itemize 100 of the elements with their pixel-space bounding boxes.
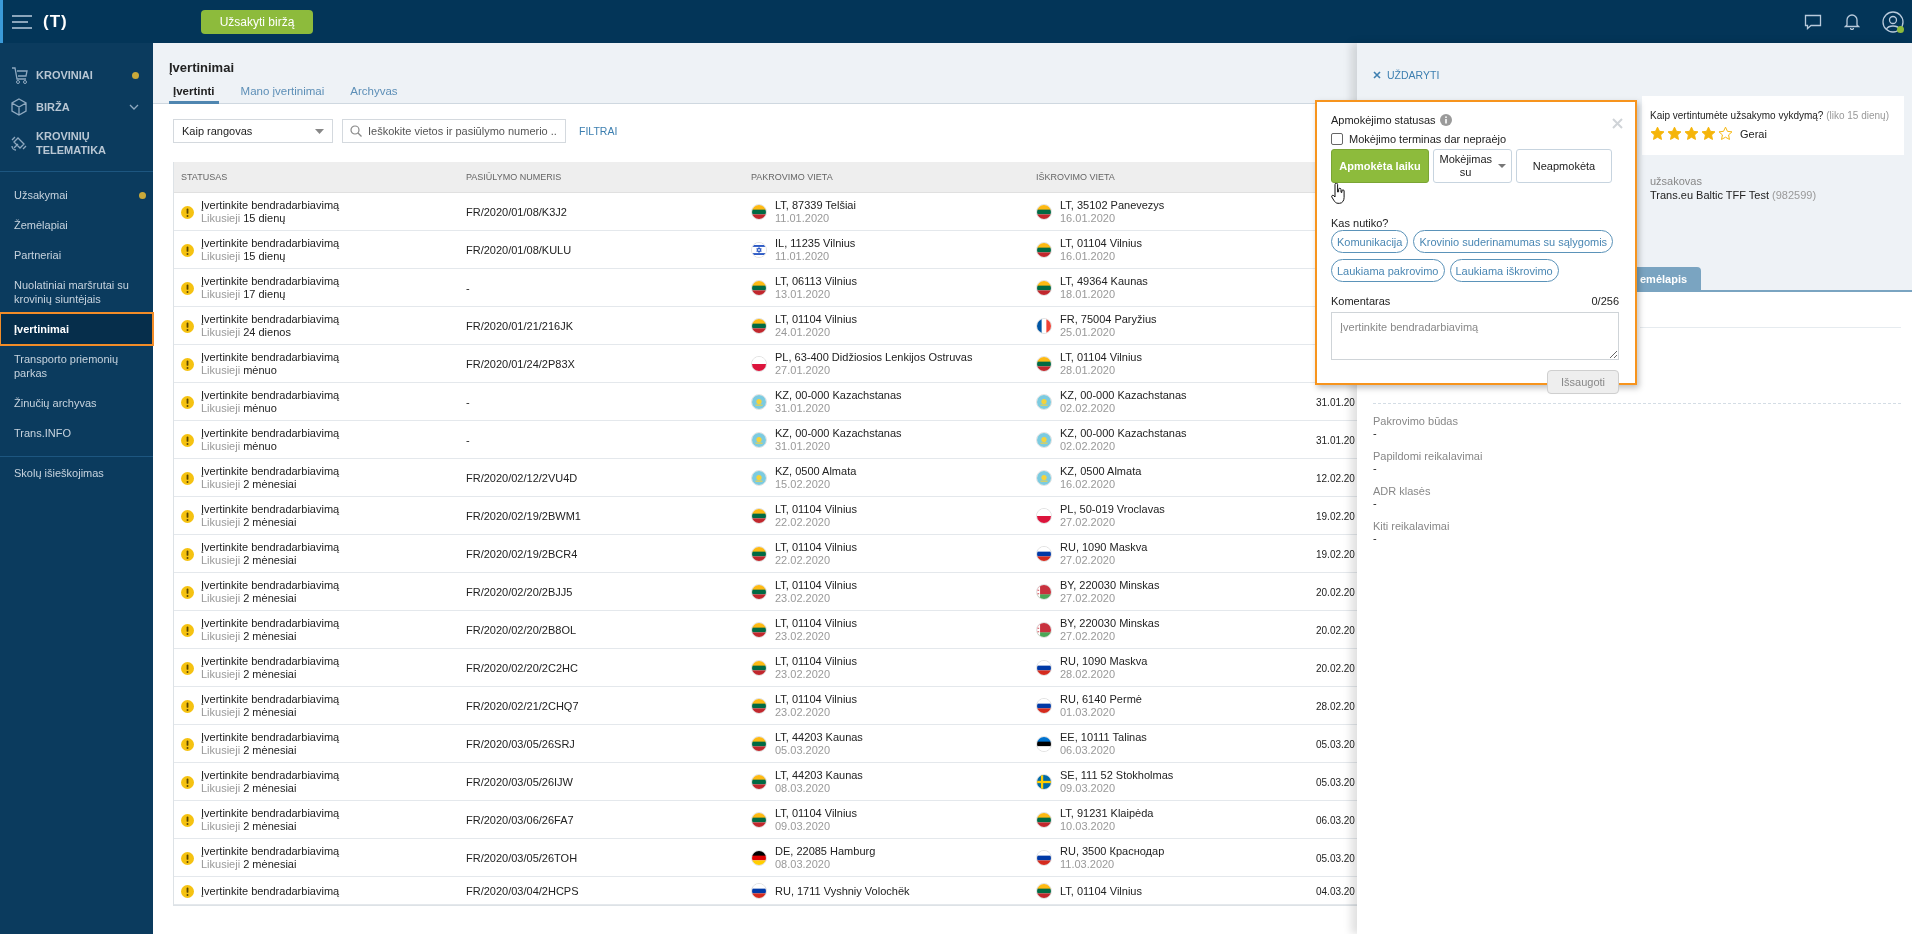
flag-icon — [751, 280, 767, 296]
flag-icon — [1036, 546, 1052, 562]
payment-option-button[interactable]: Mokėjimas su — [1433, 149, 1512, 183]
place-text: LT, 01104 Vilnius — [775, 655, 857, 668]
place-text: LT, 01104 Vilnius — [775, 617, 857, 630]
offer-number: - — [466, 395, 470, 409]
sidebar-item[interactable]: BIRŽA — [1, 91, 152, 123]
date-text: 28.02.2020 — [1060, 668, 1117, 681]
place-text: LT, 35102 Panevezys — [1060, 199, 1165, 212]
character-counter: 0/256 — [1591, 295, 1619, 307]
checkbox[interactable] — [1331, 133, 1343, 145]
remaining-text: Likusieji 15 dienų — [201, 250, 287, 263]
date-text: 23.02.2020 — [775, 706, 832, 719]
status-text: Įvertinkite bendradarbiavimą — [201, 693, 340, 706]
sidebar-item[interactable]: Transporto priemonių parkas — [1, 344, 152, 388]
hand-cursor-icon — [1331, 183, 1345, 205]
tab[interactable]: Įvertinti — [169, 85, 219, 104]
page-title: Įvertinimai — [169, 60, 236, 75]
sidebar-item[interactable]: Įvertinimai — [1, 314, 152, 344]
sidebar-item[interactable]: Žinučių archyvas — [1, 388, 152, 418]
flag-icon — [751, 736, 767, 752]
status-text: Įvertinkite bendradarbiavimą — [201, 427, 340, 440]
flag-icon — [1036, 660, 1052, 676]
filters-link[interactable]: FILTRAI — [579, 125, 618, 137]
date-text: 27.02.2020 — [1060, 516, 1117, 529]
reason-chip[interactable]: Krovinio suderinamumas su sąlygomis — [1413, 230, 1614, 253]
remaining-text: Likusieji 17 dienų — [201, 288, 287, 301]
date-text: 06.03.20 — [1316, 813, 1355, 827]
place-text: BY, 220030 Minskas — [1060, 579, 1160, 592]
star-icon[interactable] — [1684, 126, 1699, 141]
search-field[interactable]: Ieškokite vietos ir pasiūlymo numerio ... — [342, 119, 566, 143]
star-icon[interactable] — [1667, 126, 1682, 141]
status-text: Įvertinkite bendradarbiavimą — [201, 275, 340, 288]
star-icon[interactable] — [1718, 126, 1733, 141]
column-header: IŠKROVIMO VIETA — [1035, 170, 1116, 184]
search-icon — [350, 125, 362, 137]
remaining-text: Likusieji 2 mėnesiai — [201, 668, 298, 681]
date-text: 02.02.2020 — [1060, 440, 1117, 453]
star-icon[interactable] — [1701, 126, 1716, 141]
place-text: FR, 75004 Paryžius — [1060, 313, 1157, 326]
rating-label: Gerai — [1740, 127, 1767, 140]
date-text: 13.01.2020 — [775, 288, 832, 301]
flag-icon — [751, 470, 767, 486]
logo[interactable]: (T) — [43, 11, 203, 32]
payment-option-button[interactable]: Neapmokėta — [1516, 149, 1612, 183]
date-text: 24.01.2020 — [775, 326, 832, 339]
status-text: Įvertinkite bendradarbiavimą — [201, 237, 340, 250]
flag-icon — [751, 546, 767, 562]
field-value: - — [1373, 427, 1378, 439]
caret-icon — [315, 128, 324, 134]
status-text: Įvertinkite bendradarbiavimą — [201, 845, 340, 858]
flag-icon — [1036, 318, 1052, 334]
cart-icon — [9, 65, 29, 85]
flag-icon — [751, 774, 767, 790]
date-text: 16.01.2020 — [1060, 250, 1117, 263]
close-icon[interactable] — [1612, 118, 1623, 129]
warning-icon — [181, 357, 194, 371]
date-text: 31.01.20 — [1316, 433, 1355, 447]
remaining-text: Likusieji 2 mėnesiai — [201, 858, 298, 871]
sidebar-item[interactable]: Žemėlapiai — [1, 210, 152, 240]
date-text: 04.03.20 — [1316, 884, 1355, 898]
date-text: 11.01.2020 — [775, 212, 831, 225]
caret-icon — [1497, 164, 1506, 168]
sidebar-item[interactable]: Nuolatiniai maršrutai su krovinių siuntėjais — [1, 270, 152, 314]
date-text: 08.03.2020 — [775, 782, 832, 795]
sidebar-item[interactable]: Trans.INFO — [1, 418, 152, 448]
place-text: RU, 1711 Vyshniy Volochëk — [775, 884, 910, 898]
comment-field[interactable]: Įvertinkite bendradarbiavimą — [1331, 312, 1619, 360]
chat-icon[interactable] — [1804, 13, 1822, 30]
sidebar-item[interactable]: Skolų išieškojimas — [1, 458, 152, 488]
offer-number: FR/2020/03/05/26TOH — [466, 851, 578, 865]
place-text: KZ, 00-000 Kazachstanas — [1060, 427, 1187, 440]
reason-chip[interactable]: Laukiama pakrovimo — [1331, 259, 1445, 282]
date-text: 23.02.2020 — [775, 668, 832, 681]
date-text: 20.02.20 — [1316, 585, 1355, 599]
sidebar-item[interactable]: KROVINIAI — [1, 59, 152, 91]
place-text: LT, 01104 Vilnius — [775, 313, 857, 326]
place-text: DE, 22085 Hamburg — [775, 845, 876, 858]
close-link[interactable]: UŽDARYTI — [1373, 69, 1453, 81]
date-text: 31.01.20 — [1316, 395, 1355, 409]
date-text: 11.01.2020 — [775, 250, 831, 263]
star-icon[interactable] — [1650, 126, 1665, 141]
menu-icon[interactable] — [11, 13, 33, 30]
sidebar-item[interactable]: Užsakymai — [1, 180, 152, 210]
place-text: KZ, 0500 Almata — [775, 465, 857, 478]
warning-icon — [181, 281, 194, 295]
flag-icon — [751, 850, 767, 866]
sidebar-item[interactable]: Partneriai — [1, 240, 152, 270]
field-label: Kiti reikalavimai — [1373, 520, 1451, 532]
flag-icon — [1036, 242, 1052, 258]
status-text: Įvertinkite bendradarbiavimą — [201, 465, 340, 478]
date-text: 23.02.2020 — [775, 592, 832, 605]
role-dropdown[interactable]: Kaip rangovas — [173, 119, 333, 143]
avatar-icon[interactable] — [1882, 10, 1904, 33]
bell-icon[interactable] — [1844, 13, 1860, 30]
flag-icon — [1036, 698, 1052, 714]
place-text: LT, 01104 Vilnius — [1060, 884, 1142, 898]
sidebar-item[interactable]: KROVINIŲ TELEMATIKA — [1, 123, 152, 163]
reason-chip[interactable]: Laukiama iškrovimo — [1449, 259, 1559, 282]
reason-chip[interactable]: Komunikacija — [1331, 230, 1409, 253]
